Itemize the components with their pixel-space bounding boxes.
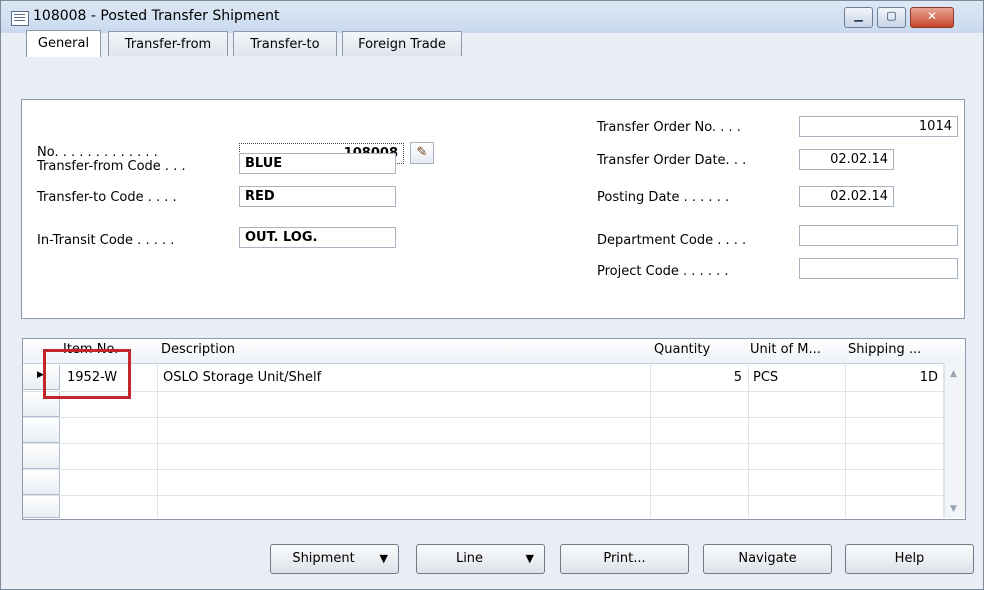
transfer-order-date-field[interactable]: 02.02.14 xyxy=(799,149,894,170)
row-divider xyxy=(23,469,943,470)
line-button[interactable]: Line ▼ xyxy=(416,544,545,574)
window-title: 108008 - Posted Transfer Shipment xyxy=(33,8,280,24)
highlight-box xyxy=(43,349,131,399)
help-button-label: Help xyxy=(894,551,925,566)
col-header-quantity[interactable]: Quantity xyxy=(654,342,710,357)
row-selector[interactable] xyxy=(23,444,60,469)
scroll-up-icon[interactable]: ▲ xyxy=(950,369,957,379)
close-button[interactable]: ✕ xyxy=(910,7,954,28)
row-divider xyxy=(23,417,943,418)
vertical-scrollbar[interactable]: ▲ ▼ xyxy=(944,363,965,518)
maximize-icon: ▢ xyxy=(886,9,897,22)
department-code-label: Department Code . . . . xyxy=(597,233,747,248)
transfer-order-date-label: Transfer Order Date. . . xyxy=(597,153,747,168)
no-label: No. . . . . . . . . . . . . xyxy=(37,145,158,160)
transfer-order-no-field[interactable]: 1014 xyxy=(799,116,958,137)
in-transit-code-field[interactable]: OUT. LOG. xyxy=(239,227,396,248)
pencil-icon: ✎ xyxy=(416,145,428,160)
col-header-shipping[interactable]: Shipping ... xyxy=(848,342,940,357)
cell-shipping[interactable]: 1D xyxy=(849,370,938,385)
card-form-icon xyxy=(11,11,29,26)
posting-date-field[interactable]: 02.02.14 xyxy=(799,186,894,207)
cell-description[interactable]: OSLO Storage Unit/Shelf xyxy=(163,370,321,385)
shipment-button[interactable]: Shipment ▼ xyxy=(270,544,399,574)
cell-quantity[interactable]: 5 xyxy=(654,370,742,385)
cell-unit-of-measure[interactable]: PCS xyxy=(753,370,778,385)
line-button-label: Line xyxy=(455,551,484,566)
minimize-button[interactable]: ▁ xyxy=(844,7,873,28)
help-button[interactable]: Help xyxy=(845,544,974,574)
transfer-to-code-label: Transfer-to Code . . . . xyxy=(37,190,177,205)
in-transit-code-label: In-Transit Code . . . . . xyxy=(37,233,175,248)
transfer-order-no-label: Transfer Order No. . . . xyxy=(597,120,741,135)
grid-header: Item No. Description Quantity Unit of M.… xyxy=(23,339,965,364)
transfer-from-code-label: Transfer-from Code . . . xyxy=(37,159,186,174)
row-selector[interactable] xyxy=(23,470,60,495)
row-selector[interactable] xyxy=(23,418,60,443)
chevron-down-icon: ▼ xyxy=(379,552,388,565)
navigate-button[interactable]: Navigate xyxy=(703,544,832,574)
project-code-label: Project Code . . . . . . xyxy=(597,264,729,279)
posting-date-label: Posting Date . . . . . . xyxy=(597,190,730,205)
print-button-label: Print... xyxy=(603,551,646,566)
tab-foreign-trade[interactable]: Foreign Trade xyxy=(342,31,462,56)
navigate-button-label: Navigate xyxy=(738,551,797,566)
department-code-field[interactable] xyxy=(799,225,958,246)
tab-transfer-to[interactable]: Transfer-to xyxy=(233,31,337,56)
row-selector[interactable] xyxy=(23,496,60,518)
lines-grid: Item No. Description Quantity Unit of M.… xyxy=(22,338,966,520)
scroll-down-icon[interactable]: ▼ xyxy=(950,504,957,514)
transfer-to-code-field[interactable]: RED xyxy=(239,186,396,207)
minimize-icon: ▁ xyxy=(854,9,863,22)
shipment-button-label: Shipment xyxy=(292,551,355,566)
assist-edit-button[interactable]: ✎ xyxy=(410,142,434,164)
col-header-unit-of-measure[interactable]: Unit of M... xyxy=(750,342,821,357)
maximize-button[interactable]: ▢ xyxy=(877,7,906,28)
col-header-description[interactable]: Description xyxy=(161,342,235,357)
row-divider xyxy=(23,391,943,392)
tab-transfer-from[interactable]: Transfer-from xyxy=(108,31,228,56)
print-button[interactable]: Print... xyxy=(560,544,689,574)
close-icon: ✕ xyxy=(926,9,938,23)
project-code-field[interactable] xyxy=(799,258,958,279)
tab-general[interactable]: General xyxy=(26,30,101,57)
row-divider xyxy=(23,443,943,444)
chevron-down-icon: ▼ xyxy=(525,552,534,565)
transfer-from-code-field[interactable]: BLUE xyxy=(239,153,396,174)
title-bar[interactable]: 108008 - Posted Transfer Shipment ▁ ▢ ✕ xyxy=(1,1,983,33)
row-divider xyxy=(23,495,943,496)
